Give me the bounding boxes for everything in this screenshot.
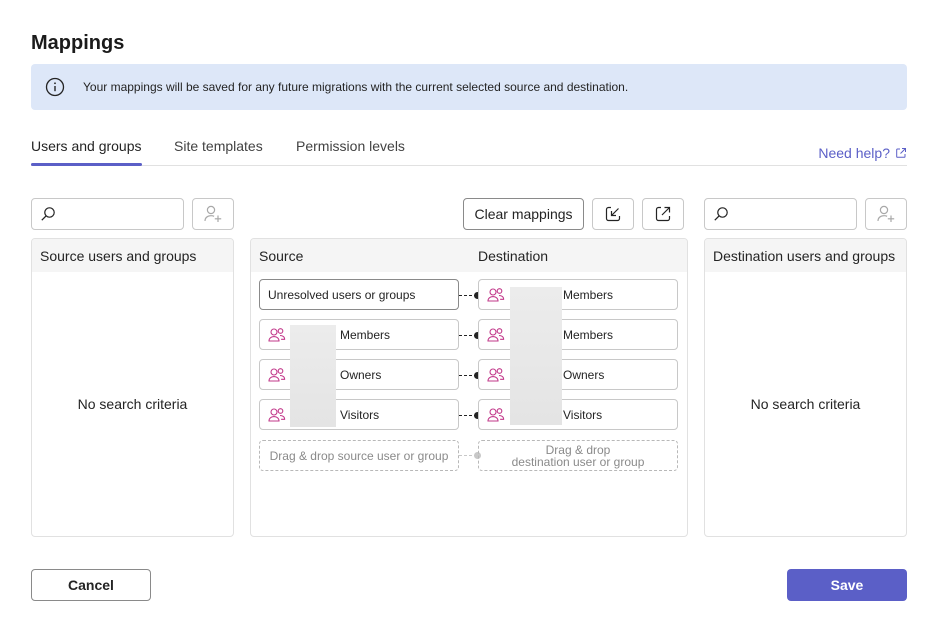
people-icon [487,288,505,302]
search-icon [41,207,55,221]
add-person-icon [877,205,895,222]
destination-users-panel: Destination users and groups No search c… [704,238,907,537]
mapping-panel-header: Source Destination [251,239,687,272]
source-column-header: Source [259,247,304,264]
destination-search-input[interactable] [704,198,857,230]
import-icon [605,206,621,222]
cancel-button[interactable]: Cancel [31,569,151,601]
destination-panel-header: Destination users and groups [705,239,906,272]
export-icon [655,206,671,222]
source-search-input[interactable] [31,198,184,230]
tab-site-templates[interactable]: Site templates [174,138,263,154]
need-help-link[interactable]: Need help? [818,145,907,161]
tab-users-and-groups[interactable]: Users and groups [31,138,142,166]
tab-list: Users and groups Site templates Permissi… [31,128,907,166]
add-person-icon [204,205,222,222]
info-banner: Your mappings will be saved for any futu… [31,64,907,110]
source-users-panel: Source users and groups No search criter… [31,238,234,537]
destination-mapping-item[interactable]: Visitors [478,399,678,430]
destination-mapping-item[interactable]: Members [478,279,678,310]
save-button[interactable]: Save [787,569,907,601]
people-icon [487,368,505,382]
drop-line-2: destination user or group [511,454,645,469]
people-icon [487,328,505,342]
destination-empty-text: No search criteria [750,396,861,412]
source-item-label: Members [340,327,391,342]
destination-mapping-item[interactable]: Members [478,319,678,350]
banner-text: Your mappings will be saved for any futu… [83,80,629,94]
people-icon [268,328,286,342]
source-mapping-item[interactable]: Members [259,319,459,350]
source-empty-text: No search criteria [77,396,188,412]
destination-item-label: Visitors [563,407,603,422]
destination-item-label: Members [563,287,614,302]
source-drop-zone[interactable]: Drag & drop source user or group [259,440,459,471]
redacted-block [290,325,336,427]
destination-drop-zone[interactable]: Drag & drop destination user or group [478,440,678,471]
destination-add-user-button[interactable] [865,198,907,230]
export-button[interactable] [642,198,684,230]
destination-column-header: Destination [478,247,549,264]
source-item-label: Visitors [340,407,380,422]
people-icon [487,408,505,422]
source-add-user-button[interactable] [192,198,234,230]
drop-line-1: Drag & drop [545,442,611,457]
search-icon [714,207,728,221]
page-title: Mappings [31,32,125,54]
destination-mapping-item[interactable]: Owners [478,359,678,390]
source-mapping-item[interactable]: Visitors [259,399,459,430]
destination-item-label: Members [563,327,614,342]
clear-mappings-button[interactable]: Clear mappings [463,198,584,230]
info-icon [45,77,65,97]
need-help-label: Need help? [818,145,890,161]
source-panel-header: Source users and groups [32,239,233,272]
external-link-icon [896,148,906,158]
import-button[interactable] [592,198,634,230]
destination-item-label: Owners [563,367,605,382]
source-item-label: Owners [340,367,382,382]
tab-permission-levels[interactable]: Permission levels [296,138,405,154]
source-mapping-item[interactable]: Unresolved users or groups [259,279,459,310]
people-icon [268,368,286,382]
redacted-block [510,287,562,425]
source-mapping-item[interactable]: Owners [259,359,459,390]
source-item-label: Unresolved users or groups [268,287,416,302]
people-icon [268,408,286,422]
